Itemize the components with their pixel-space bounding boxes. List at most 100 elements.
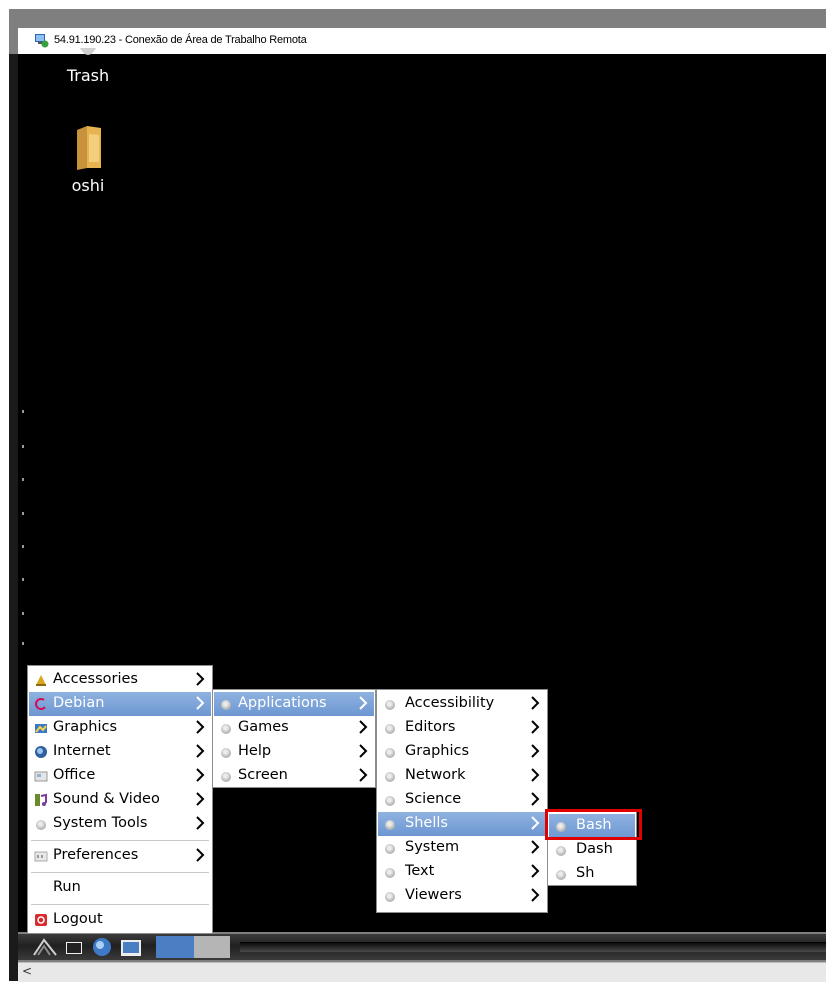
chevron-right-icon <box>531 864 540 878</box>
taskbar-groove <box>240 942 826 952</box>
applications-submenu: Accessibility Editors Graphics Network S… <box>376 689 548 913</box>
gear-icon <box>385 844 395 854</box>
chevron-right-icon <box>531 888 540 902</box>
gear-icon <box>556 846 566 856</box>
chevron-right-icon <box>359 720 368 734</box>
debian-icon <box>35 698 46 710</box>
gear-icon <box>385 700 395 710</box>
menu-item-office[interactable]: Office <box>29 764 211 788</box>
menu-item-system[interactable]: System <box>378 836 546 860</box>
internet-icon <box>35 746 47 758</box>
gear-icon <box>221 724 231 734</box>
menu-item-system-tools[interactable]: System Tools <box>29 812 211 836</box>
chevron-right-icon <box>196 744 205 758</box>
menu-item-accessories[interactable]: Accessories <box>29 668 211 692</box>
chevron-right-icon <box>196 848 205 862</box>
menu-item-graphics-apps[interactable]: Graphics <box>378 740 546 764</box>
workspace-2-button[interactable] <box>194 936 230 958</box>
menu-separator <box>31 840 209 841</box>
menu-item-graphics[interactable]: Graphics <box>29 716 211 740</box>
menu-item-accessibility[interactable]: Accessibility <box>378 692 546 716</box>
menu-item-run[interactable]: Run <box>29 876 211 900</box>
menu-item-screen[interactable]: Screen <box>214 764 374 788</box>
menu-item-viewers[interactable]: Viewers <box>378 884 546 908</box>
preferences-icon <box>34 851 48 862</box>
menu-item-editors[interactable]: Editors <box>378 716 546 740</box>
gear-icon <box>385 892 395 902</box>
chevron-right-icon <box>359 696 368 710</box>
edge-mark <box>22 445 24 448</box>
office-icon <box>34 771 48 782</box>
chevron-right-icon <box>196 792 205 806</box>
graphics-icon <box>35 724 47 733</box>
gear-icon <box>556 870 566 880</box>
chevron-right-icon <box>531 840 540 854</box>
remote-desktop-icon <box>35 34 49 48</box>
chevron-right-icon <box>531 792 540 806</box>
chevron-right-icon <box>196 696 205 710</box>
gear-icon <box>385 748 395 758</box>
scroll-left-arrow[interactable]: < <box>22 964 32 978</box>
main-menu: Accessories Debian Graphics Internet Off… <box>27 665 213 934</box>
edge-mark <box>22 478 24 481</box>
edge-mark <box>22 545 24 548</box>
chevron-right-icon <box>196 816 205 830</box>
menu-item-logout[interactable]: Logout <box>29 908 211 932</box>
sound-video-icon <box>35 793 47 806</box>
menu-item-shells[interactable]: Shells <box>378 812 546 836</box>
menu-item-science[interactable]: Science <box>378 788 546 812</box>
browser-icon[interactable] <box>91 936 113 958</box>
edge-mark <box>22 578 24 581</box>
chevron-right-icon <box>531 816 540 830</box>
edge-mark <box>22 612 24 615</box>
folder-icon <box>77 126 101 170</box>
taskbar <box>18 934 826 960</box>
edge-mark <box>22 512 24 515</box>
title-bar[interactable]: 54.91.190.23 - Conexão de Área de Trabal… <box>18 28 826 54</box>
menu-item-help[interactable]: Help <box>214 740 374 764</box>
desktop-icon-oshi[interactable]: oshi <box>48 120 128 205</box>
edge-mark <box>22 410 24 413</box>
menu-item-applications[interactable]: Applications <box>214 692 374 716</box>
menu-item-text[interactable]: Text <box>378 860 546 884</box>
chevron-right-icon <box>531 768 540 782</box>
desktop-icon-trash[interactable]: Trash <box>48 48 128 93</box>
gear-icon <box>36 820 46 830</box>
gear-icon <box>385 868 395 878</box>
debian-submenu: Applications Games Help Screen <box>212 689 376 788</box>
menu-item-dash[interactable]: Dash <box>549 838 635 862</box>
chevron-right-icon <box>531 696 540 710</box>
accessories-icon <box>36 675 46 686</box>
window-left-border <box>9 54 18 981</box>
menu-separator <box>31 872 209 873</box>
gear-icon <box>221 748 231 758</box>
edge-mark <box>22 642 24 645</box>
gear-icon <box>385 772 395 782</box>
desktop-icon-label: Trash <box>66 66 110 85</box>
gear-icon <box>385 820 395 830</box>
window-title: 54.91.190.23 - Conexão de Área de Trabal… <box>54 34 307 46</box>
chevron-right-icon <box>531 720 540 734</box>
trash-icon <box>80 48 96 55</box>
menu-item-preferences[interactable]: Preferences <box>29 844 211 868</box>
horizontal-scrollbar[interactable]: < <box>18 962 826 982</box>
chevron-right-icon <box>359 744 368 758</box>
start-menu-icon[interactable] <box>32 937 58 957</box>
desktop-icon-label: oshi <box>71 176 105 195</box>
highlight-box <box>545 809 642 840</box>
menu-item-debian[interactable]: Debian <box>29 692 211 716</box>
menu-separator <box>31 904 209 905</box>
chevron-right-icon <box>196 720 205 734</box>
workspace-1-button[interactable] <box>156 936 194 958</box>
chevron-right-icon <box>531 744 540 758</box>
gear-icon <box>385 724 395 734</box>
menu-item-sound-video[interactable]: Sound & Video <box>29 788 211 812</box>
window-icon[interactable] <box>121 940 141 956</box>
gear-icon <box>221 772 231 782</box>
menu-item-internet[interactable]: Internet <box>29 740 211 764</box>
menu-item-network[interactable]: Network <box>378 764 546 788</box>
menu-item-sh[interactable]: Sh <box>549 862 635 886</box>
terminal-icon[interactable] <box>66 942 82 954</box>
gear-icon <box>385 796 395 806</box>
menu-item-games[interactable]: Games <box>214 716 374 740</box>
